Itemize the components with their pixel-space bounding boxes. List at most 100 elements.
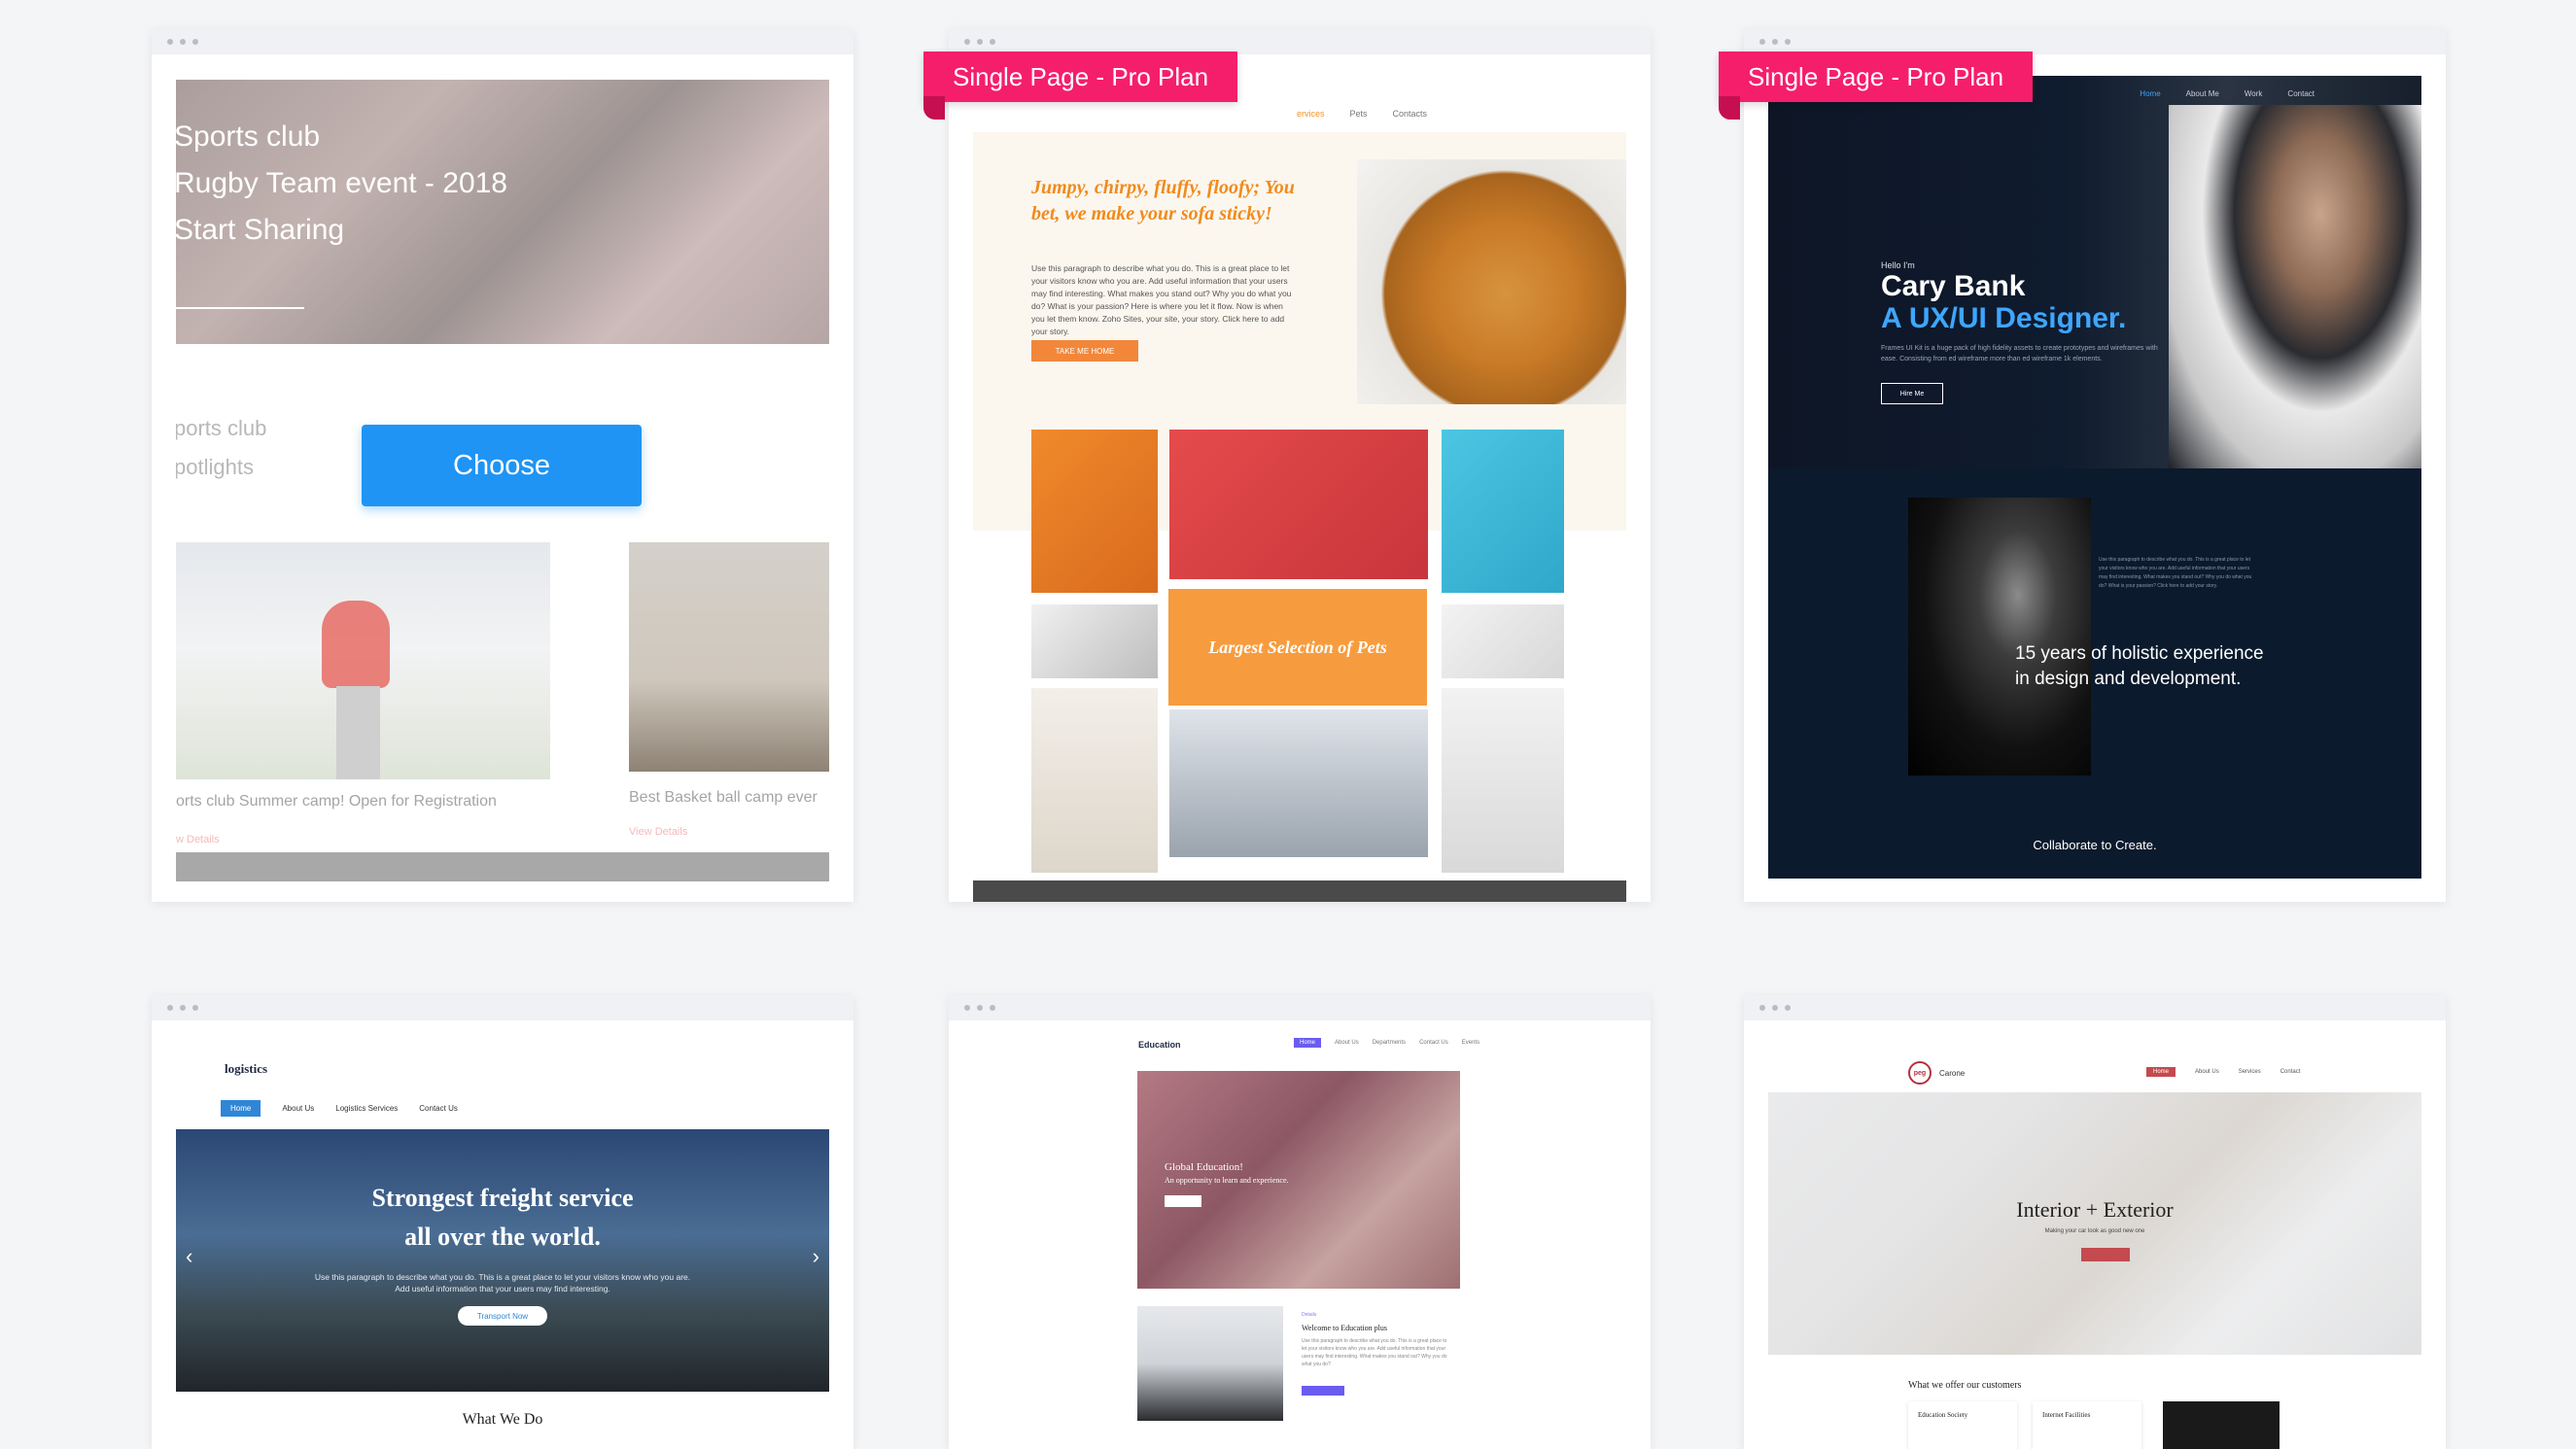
template-preview: ervices Pets Contacts Jumpy, chirpy, flu… [973, 54, 1626, 902]
template-card-garage[interactable]: peg Carone Home About Us Services Contac… [1744, 995, 2446, 1449]
template-card-designer[interactable]: Home About Me Work Contact Hello I'm Car… [1744, 29, 2446, 902]
selection-banner: Largest Selection of Pets [1168, 589, 1427, 706]
nav-contact: Contact Us [1419, 1040, 1448, 1046]
about-paragraph: Use this paragraph to describe what you … [2099, 557, 2252, 589]
hero-paragraph: Use this paragraph to describe what you … [314, 1272, 691, 1294]
logo-ring-icon: peg [1908, 1061, 1932, 1085]
collab-text: Collaborate to Create. [2033, 838, 2157, 852]
caption-camp: orts club Summer camp! Open for Registra… [176, 793, 497, 810]
nav-about: About Us [1335, 1040, 1359, 1046]
service-card: Internet Facilities [2033, 1401, 2141, 1449]
nav-contact: Contact [2280, 1069, 2301, 1075]
browser-chrome [152, 29, 853, 54]
template-gallery: Sports club Rugby Team event - 2018 Star… [0, 0, 2576, 1449]
hero-headline: Global Education! An opportunity to lear… [1165, 1160, 1289, 1188]
template-card-logistics[interactable]: logistics Home About Us Logistics Servic… [152, 995, 853, 1449]
dot-icon [180, 1005, 186, 1011]
what-we-do-title: What We Do [462, 1411, 543, 1428]
welcome-paragraph: Use this paragraph to describe what you … [1302, 1338, 1447, 1367]
hero-image: Strongest freight service all over the w… [176, 1129, 829, 1392]
dot-icon [1759, 39, 1765, 45]
intro-paragraph: Use this paragraph to describe what you … [1031, 263, 1292, 336]
hero-subtitle: Rugby Team event - 2018 [176, 167, 507, 199]
pet-bag-image [1031, 688, 1158, 873]
hero-headline: Interior + Exterior [2016, 1197, 2174, 1222]
choose-button[interactable]: Choose [362, 425, 642, 506]
template-card-education[interactable]: Education Home About Us Departments Cont… [949, 995, 1651, 1449]
transport-now-button: Transport Now [458, 1306, 547, 1326]
portrait-image [2169, 105, 2421, 468]
hero-image: Sports club Rugby Team event - 2018 Star… [176, 80, 829, 344]
hero-paragraph: Frames UI Kit is a huge pack of high fid… [1881, 345, 2158, 362]
template-preview: peg Carone Home About Us Services Contac… [1768, 1020, 2421, 1449]
caption-basketball: Best Basket ball camp ever [629, 789, 818, 806]
hero-subtitle: Making your car look as good new one [2044, 1228, 2145, 1234]
template-card-pets[interactable]: ervices Pets Contacts Jumpy, chirpy, flu… [949, 29, 1651, 902]
hero-divider [176, 307, 304, 309]
nav-services: ervices [1296, 109, 1325, 119]
dot-icon [180, 39, 186, 45]
hello-text: Hello I'm [1881, 260, 1915, 270]
hero-title: Global Education! [1165, 1161, 1243, 1173]
chevron-left-icon: ‹ [186, 1244, 193, 1268]
guinea-pig-image [1169, 430, 1428, 579]
logistics-logo: logistics [225, 1061, 268, 1076]
browser-chrome [152, 995, 853, 1020]
nav-contacts: Contacts [1392, 109, 1427, 119]
dot-icon [964, 1005, 970, 1011]
basketball-image [629, 542, 829, 772]
hire-me-button: Hire Me [1881, 383, 1943, 404]
nav-events: Events [1461, 1040, 1480, 1046]
read-more-button [2081, 1248, 2130, 1261]
hero-button [1165, 1195, 1201, 1207]
education-logo: Education [1138, 1040, 1181, 1050]
dot-icon [990, 39, 995, 45]
preview-nav: Home About Us Departments Contact Us Eve… [1294, 1038, 1479, 1048]
template-preview: Home About Me Work Contact Hello I'm Car… [1768, 76, 2421, 879]
nav-about: About Me [2185, 89, 2219, 98]
section-subtitle: potlights [176, 455, 254, 479]
hero-headline: Strongest freight service [371, 1184, 634, 1212]
nav-pets: Pets [1349, 109, 1368, 119]
nav-home: Home [2140, 89, 2161, 98]
preview-nav: ervices Pets Contacts [973, 99, 1626, 119]
hero-image [1768, 1092, 2421, 1355]
dog-image [1357, 159, 1626, 404]
dot-icon [977, 1005, 983, 1011]
experience-text: 15 years of holistic experience in desig… [2015, 643, 2264, 689]
cat-image [1442, 430, 1564, 593]
service-image [2163, 1401, 2280, 1449]
details-label: Details [1302, 1312, 1317, 1318]
dot-icon [1759, 1005, 1765, 1011]
preview-nav: Home About Me Work Contact [2140, 89, 2315, 98]
profile-photo [1908, 498, 2091, 776]
hero-title: Sports club [176, 121, 321, 153]
nav-about: About Us [2195, 1069, 2219, 1075]
logo-text: Carone [1939, 1068, 1966, 1078]
golfer-figure [322, 601, 390, 688]
golf-image [176, 542, 550, 779]
hero-image: Global Education! An opportunity to lear… [1137, 1071, 1460, 1289]
offer-title: What we offer our customers [1908, 1380, 2022, 1391]
nav-about: About Us [282, 1104, 315, 1113]
template-card-sports[interactable]: Sports club Rugby Team event - 2018 Star… [152, 29, 853, 902]
parrot-image [1442, 688, 1564, 873]
hero-subtitle: An opportunity to learn and experience. [1165, 1176, 1289, 1185]
section-title: ports club [176, 416, 267, 440]
nav-work: Work [2244, 89, 2263, 98]
nav-contact: Contact [2287, 89, 2315, 98]
dot-icon [1772, 39, 1778, 45]
dot-icon [990, 1005, 995, 1011]
view-details-link: w Details [176, 834, 220, 845]
plan-badge: Single Page - Pro Plan [1719, 52, 2034, 120]
template-preview: logistics Home About Us Logistics Servic… [176, 1020, 829, 1449]
designer-page: Home About Me Work Contact Hello I'm Car… [1768, 76, 2421, 879]
hero-cta-text: Start Sharing [176, 214, 345, 246]
nav-home: Home [2146, 1067, 2176, 1077]
rabbit-image [1169, 709, 1428, 857]
chameleon-image [1442, 604, 1564, 678]
intro-heading: Jumpy, chirpy, fluffy, floofy; You bet, … [1031, 177, 1295, 224]
nav-departments: Departments [1372, 1040, 1407, 1046]
service-card: Education Society [1908, 1401, 2017, 1449]
student-image [1137, 1306, 1283, 1421]
